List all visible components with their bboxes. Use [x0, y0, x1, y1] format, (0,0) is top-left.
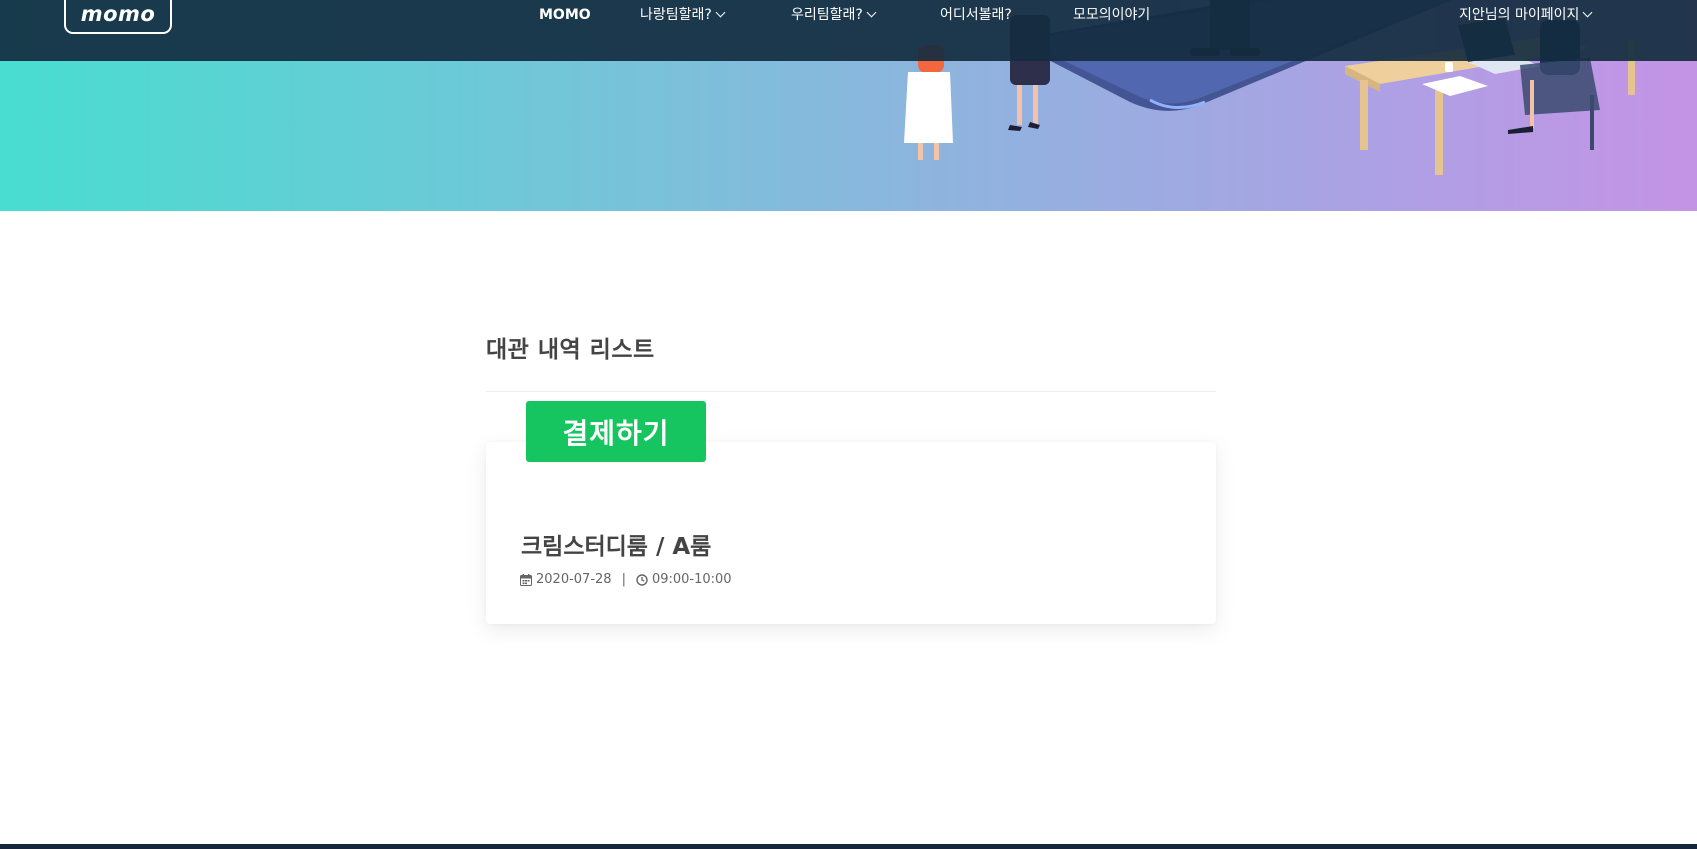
- nav-item-label: 나랑팀할래?: [640, 7, 712, 23]
- pay-button[interactable]: 결제하기: [526, 401, 706, 462]
- logo-text: momo: [80, 2, 156, 26]
- nav-item-join-our-team[interactable]: 우리팀할래?: [791, 5, 877, 25]
- user-mypage-menu[interactable]: 지안님의 마이페이지: [1459, 5, 1593, 25]
- user-menu-label: 지안님의 마이페이지: [1459, 7, 1580, 23]
- calendar-icon: [520, 573, 532, 586]
- nav-item-label: 모모의이야기: [1073, 7, 1151, 23]
- booking-date: 2020-07-28: [536, 572, 612, 587]
- clock-icon: [636, 573, 648, 586]
- booking-room-title: 크림스터디룸 / A룸: [521, 534, 712, 560]
- chevron-down-icon: [1582, 7, 1593, 18]
- footer-bar: [0, 844, 1697, 849]
- title-divider: [486, 391, 1216, 392]
- nav-item-where-to-meet[interactable]: 어디서볼래?: [940, 5, 1012, 25]
- chevron-down-icon: [715, 7, 726, 18]
- nav-item-team-with-me[interactable]: 나랑팀할래?: [640, 5, 726, 25]
- page-title: 대관 내역 리스트: [486, 337, 655, 363]
- booking-meta: 2020-07-28 | 09:00-10:00: [520, 572, 732, 587]
- nav-item-label: 우리팀할래?: [791, 7, 863, 23]
- nav-item-momo-story[interactable]: 모모의이야기: [1073, 5, 1150, 25]
- top-navbar: momo MOMO 나랑팀할래? 우리팀할래? 어디서볼래? 모모의이야기 지안…: [0, 0, 1697, 61]
- chevron-down-icon: [866, 7, 877, 18]
- nav-item-label: 어디서볼래?: [940, 7, 1012, 23]
- nav-item-momo[interactable]: MOMO: [539, 5, 591, 25]
- brand-logo[interactable]: momo: [64, 0, 172, 34]
- meta-separator: |: [621, 572, 626, 587]
- booking-time: 09:00-10:00: [651, 572, 732, 587]
- nav-item-label: MOMO: [539, 7, 591, 23]
